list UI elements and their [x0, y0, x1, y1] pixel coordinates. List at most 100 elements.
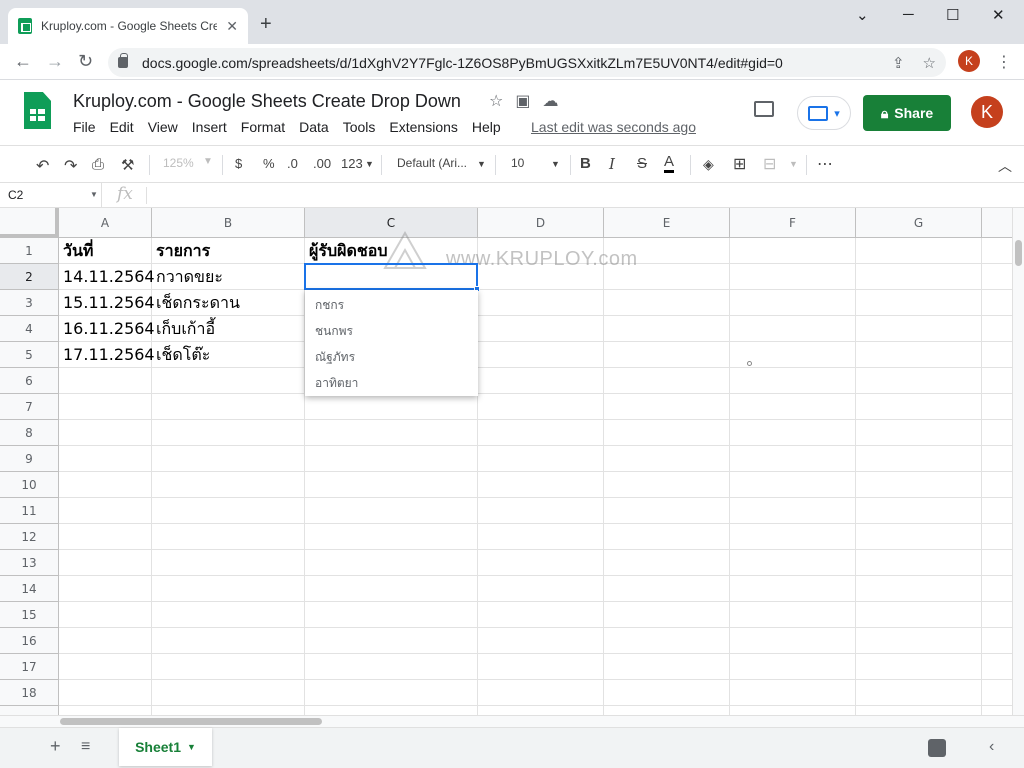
more-options-button[interactable]: ⋯: [817, 154, 833, 174]
decrease-decimal-button[interactable]: .0: [287, 156, 298, 171]
forward-arrow-icon[interactable]: →: [46, 51, 64, 72]
explore-icon[interactable]: [928, 739, 946, 757]
comment-history-icon[interactable]: [754, 101, 774, 117]
reload-icon[interactable]: ↻: [78, 51, 93, 72]
column-header-a[interactable]: A: [59, 208, 152, 238]
row-header[interactable]: 14: [0, 576, 59, 602]
row-header[interactable]: 16: [0, 628, 59, 654]
dropdown-option[interactable]: ณัฐภัทร: [305, 344, 478, 370]
menu-tools[interactable]: Tools: [343, 119, 376, 135]
all-sheets-icon[interactable]: ≡: [81, 738, 90, 756]
font-family-select[interactable]: Default (Ari...: [397, 156, 467, 170]
menu-insert[interactable]: Insert: [192, 119, 227, 135]
cell-b3[interactable]: เช็ดกระดาน: [152, 290, 240, 316]
back-arrow-icon[interactable]: ←: [14, 51, 32, 72]
undo-icon[interactable]: ↶: [36, 156, 49, 176]
borders-icon[interactable]: ⊞: [733, 154, 746, 174]
strikethrough-button[interactable]: S: [637, 155, 647, 172]
maximize-window-button[interactable]: ☐: [946, 6, 959, 24]
browser-tab[interactable]: Kruploy.com - Google Sheets Cre ✕: [8, 8, 248, 44]
menu-extensions[interactable]: Extensions: [389, 119, 457, 135]
browser-menu-icon[interactable]: ⋮: [996, 52, 1012, 72]
last-edit-link[interactable]: Last edit was seconds ago: [531, 119, 696, 135]
sheets-logo-icon[interactable]: [24, 92, 51, 129]
fill-color-icon[interactable]: ◈: [703, 156, 714, 173]
row-header[interactable]: 6: [0, 368, 59, 394]
star-icon[interactable]: ☆: [489, 91, 503, 111]
select-all-corner[interactable]: [0, 208, 59, 238]
new-tab-button[interactable]: +: [260, 13, 272, 36]
browser-profile-avatar[interactable]: K: [958, 50, 980, 72]
horizontal-scrollbar[interactable]: [0, 715, 1024, 727]
minimize-window-button[interactable]: ─: [903, 6, 914, 23]
column-header-h[interactable]: [982, 208, 1012, 238]
bold-button[interactable]: B: [580, 155, 591, 172]
row-header[interactable]: 13: [0, 550, 59, 576]
close-tab-icon[interactable]: ✕: [226, 18, 238, 35]
column-header-b[interactable]: B: [152, 208, 305, 238]
row-header[interactable]: 3: [0, 290, 59, 316]
row-header[interactable]: 1: [0, 238, 59, 264]
cell-b1[interactable]: รายการ: [152, 238, 210, 264]
paint-format-icon[interactable]: ⚒: [121, 156, 134, 174]
collapse-side-panel-icon[interactable]: ‹: [989, 738, 994, 756]
selected-cell-c2[interactable]: [304, 263, 478, 290]
address-bar[interactable]: docs.google.com/spreadsheets/d/1dXghV2Y7…: [108, 48, 946, 77]
row-header[interactable]: 8: [0, 420, 59, 446]
cell-b2[interactable]: กวาดขยะ: [152, 264, 223, 290]
vertical-scrollbar[interactable]: [1012, 208, 1024, 715]
add-sheet-icon[interactable]: +: [50, 736, 61, 757]
cell-a1[interactable]: วันที่: [59, 238, 93, 264]
lock-icon[interactable]: [118, 53, 128, 68]
dropdown-option[interactable]: ชนกพร: [305, 318, 478, 344]
dropdown-option[interactable]: กชกร: [305, 292, 478, 318]
row-header[interactable]: 9: [0, 446, 59, 472]
row-header[interactable]: 5: [0, 342, 59, 368]
row-header[interactable]: 15: [0, 602, 59, 628]
more-formats-button[interactable]: 123: [341, 156, 363, 171]
text-color-button[interactable]: A: [664, 153, 675, 173]
cell-a5[interactable]: 17.11.2564: [59, 342, 155, 368]
cell-b4[interactable]: เก็บเก้าอี้: [152, 316, 215, 342]
font-size-select[interactable]: 10: [511, 156, 524, 170]
menu-format[interactable]: Format: [241, 119, 285, 135]
redo-icon[interactable]: ↷: [64, 156, 77, 176]
spreadsheet-grid[interactable]: A B C D E F G 1 2 3 4 5 6 7 8 9 10 11 12…: [0, 208, 1012, 715]
column-header-g[interactable]: G: [856, 208, 982, 238]
cell-b5[interactable]: เช็ดโต๊ะ: [152, 342, 210, 368]
name-box[interactable]: C2 ▼: [0, 183, 102, 208]
row-header[interactable]: 11: [0, 498, 59, 524]
row-header[interactable]: [0, 706, 59, 715]
row-header[interactable]: 18: [0, 680, 59, 706]
cell-a2[interactable]: 14.11.2564: [59, 264, 155, 290]
move-folder-icon[interactable]: ▣: [515, 91, 530, 111]
increase-decimal-button[interactable]: .00: [313, 156, 331, 171]
close-window-button[interactable]: ✕: [992, 6, 1005, 24]
cloud-status-icon[interactable]: ☁: [542, 91, 558, 111]
menu-help[interactable]: Help: [472, 119, 501, 135]
print-icon[interactable]: ⎙: [92, 156, 104, 173]
row-header[interactable]: 12: [0, 524, 59, 550]
row-header[interactable]: 4: [0, 316, 59, 342]
zoom-select[interactable]: 125%: [163, 156, 194, 170]
cell-a4[interactable]: 16.11.2564: [59, 316, 155, 342]
row-header[interactable]: 17: [0, 654, 59, 680]
row-header[interactable]: 7: [0, 394, 59, 420]
document-title[interactable]: Kruploy.com - Google Sheets Create Drop …: [73, 91, 461, 112]
row-header[interactable]: 2: [0, 264, 59, 290]
cell-c1[interactable]: ผู้รับผิดชอบ: [305, 238, 388, 264]
menu-file[interactable]: File: [73, 119, 96, 135]
menu-edit[interactable]: Edit: [110, 119, 134, 135]
present-button[interactable]: ▾: [797, 96, 851, 130]
row-header[interactable]: 10: [0, 472, 59, 498]
vertical-scroll-thumb[interactable]: [1015, 240, 1022, 266]
share-button[interactable]: 🔒︎ Share: [863, 95, 951, 131]
column-header-d[interactable]: D: [478, 208, 604, 238]
italic-button[interactable]: I: [609, 155, 615, 173]
merge-cells-icon[interactable]: ⊟: [763, 154, 776, 174]
column-header-e[interactable]: E: [604, 208, 730, 238]
sheet-tab-sheet1[interactable]: Sheet1 ▼: [119, 728, 212, 766]
share-page-icon[interactable]: ⇪: [892, 54, 905, 72]
currency-format-button[interactable]: $: [235, 156, 242, 171]
percent-format-button[interactable]: %: [263, 156, 275, 171]
